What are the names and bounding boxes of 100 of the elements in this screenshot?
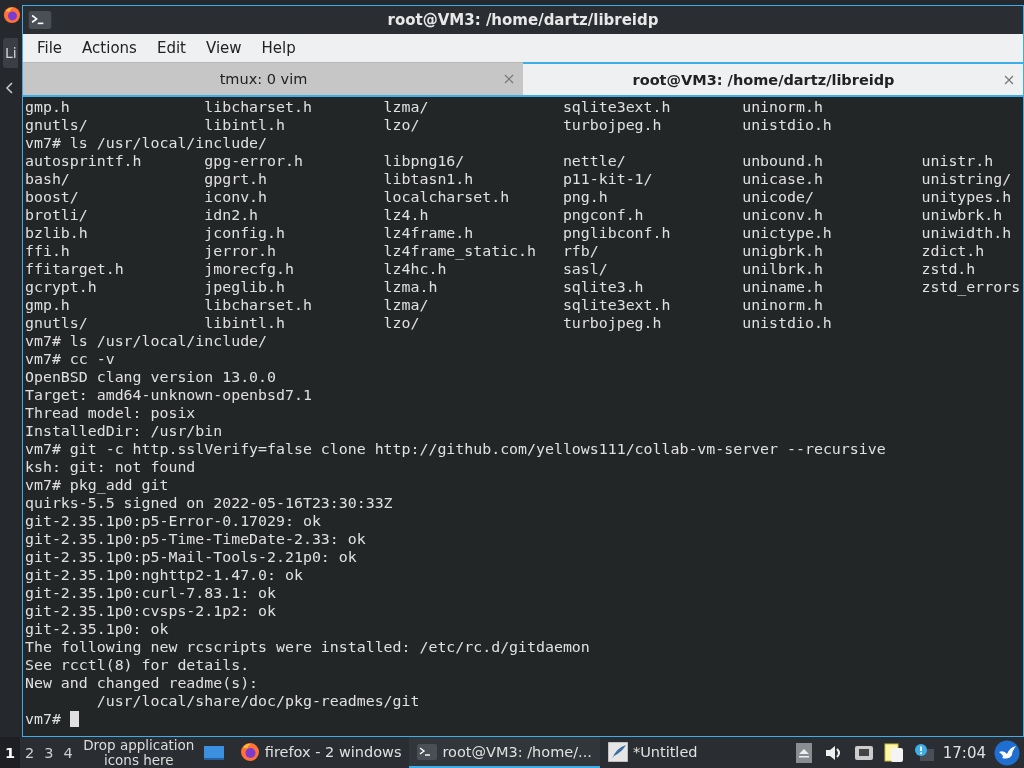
file-name: pngconf.h (562, 206, 644, 224)
file-name: bash/ (25, 170, 70, 188)
file-name: lz4.h (383, 206, 429, 224)
workspace-button[interactable]: 2 (20, 737, 40, 768)
menu-item[interactable]: Help (251, 36, 306, 60)
file-name: lz4frame_static.h (383, 242, 536, 260)
file-name: png.h (562, 188, 608, 206)
file-name: iconv.h (204, 188, 268, 206)
file-name: gmp.h (25, 98, 70, 116)
file-name: zstd.h (921, 260, 976, 278)
terminal-line: quirks-5.5 signed on 2022-05-16T23:30:33Z (25, 494, 393, 512)
terminal-line: See rcctl(8) for details. (25, 656, 250, 674)
terminal-line: /usr/local/share/doc/pkg-readmes/git (96, 692, 420, 710)
terminal-line: The following new rcscripts were installed: /etc/rc.d/gitdaemon (25, 638, 590, 656)
file-name: gnutls/ (25, 314, 88, 332)
file-name: unistdio.h (742, 116, 832, 134)
clipboard-icon[interactable] (883, 742, 904, 763)
file-name: ffitarget.h (25, 260, 124, 278)
button[interactable]: Li (3, 38, 18, 68)
file-name: lzma/ (383, 296, 429, 314)
menu-item[interactable]: Actions (72, 36, 147, 60)
taskbar-button[interactable]: root@VM3: /home/... (409, 737, 600, 768)
terminal-line: vm7# git -c http.sslVerify=false clone http://github.com/yellows111/collab-vm-server --recursive (25, 440, 886, 458)
notification-icon[interactable] (913, 742, 934, 763)
terminal-line: git-2.35.1p0:p5-Time-TimeDate-2.33: ok (25, 530, 366, 548)
file-name: brotli/ (25, 206, 88, 224)
window-title: root@VM3: /home/dartz/libreidp (386, 11, 660, 29)
menu-item[interactable]: View (195, 36, 252, 60)
file-name: nettle/ (562, 152, 626, 170)
show-desktop-icon[interactable] (203, 744, 224, 761)
file-name: gpgrt.h (204, 170, 268, 188)
file-name: lzo/ (383, 314, 420, 332)
file-name: libintl.h (204, 314, 285, 332)
file-name: turbojpeg.h (562, 116, 662, 134)
terminal-line: vm7# cc -v (25, 350, 115, 368)
file-name: lzo/ (383, 116, 420, 134)
file-name: uninorm.h (742, 296, 823, 314)
file-name: rfb/ (562, 242, 599, 260)
menu-item[interactable]: Edit (146, 36, 196, 60)
file-name: unitypes.h (921, 188, 1012, 206)
shell-prompt: vm7# (25, 710, 61, 728)
terminal-line: vm7# ls /usr/local/include/ (25, 134, 268, 152)
file-name: sasl/ (562, 260, 608, 278)
terminal-line: git-2.35.1p0:p5-Mail-Tools-2.21p0: ok (25, 548, 357, 566)
taskbar-button[interactable]: firefox - 2 windows (231, 737, 410, 768)
file-name: unicode/ (742, 188, 814, 206)
file-name: pnglibconf.h (562, 224, 671, 242)
file-name: uniname.h (742, 278, 823, 296)
file-name: jpeglib.h (204, 278, 285, 296)
file-name: lzma.h (383, 278, 438, 296)
file-name: lz4hc.h (383, 260, 447, 278)
menu-item[interactable]: File (27, 36, 73, 60)
file-name: p11-kit-1/ (562, 170, 653, 188)
clock[interactable]: 17:04 (938, 743, 994, 762)
file-name: gcrypt.h (25, 278, 97, 296)
eject-icon[interactable] (793, 742, 814, 763)
file-name: lzma/ (383, 98, 429, 116)
terminal-line: vm7# pkg_add git (25, 476, 169, 494)
file-name: gnutls/ (25, 116, 88, 134)
file-name: boost/ (25, 188, 79, 206)
terminal-line: Target: amd64-unknown-openbsd7.1 (25, 386, 312, 404)
terminal-line: vm7# ls /usr/local/include/ (25, 332, 268, 350)
terminal-line: InstalledDir: /usr/bin (25, 422, 223, 440)
terminal-line: git-2.35.1p0:cvsps-2.1p2: ok (25, 602, 277, 620)
close-icon[interactable] (1004, 74, 1014, 85)
workspace-button[interactable]: 1 (0, 737, 21, 768)
file-name: unilbrk.h (742, 260, 823, 278)
file-name: uniwbrk.h (921, 206, 1003, 224)
terminal-icon (417, 741, 438, 762)
feather-icon (607, 741, 628, 762)
terminal-line: git-2.35.1p0:nghttp2-1.47.0: ok (25, 566, 303, 584)
taskbar-button[interactable]: *Untitled (599, 737, 706, 768)
chevron-left-icon[interactable] (5, 82, 15, 94)
file-name: turbojpeg.h (562, 314, 662, 332)
bird-icon[interactable] (994, 739, 1020, 766)
file-name: libcharset.h (204, 296, 312, 314)
terminal-line: git-2.35.1p0: ok (25, 620, 169, 638)
file-name: lz4frame.h (383, 224, 474, 242)
terminal-icon (28, 11, 52, 29)
file-name: unbound.h (742, 152, 823, 170)
file-name: unistring/ (921, 170, 1012, 188)
browser-icon[interactable] (3, 6, 21, 24)
file-name: uninorm.h (742, 98, 823, 116)
file-name: unistr.h (921, 152, 994, 170)
file-name: jmorecfg.h (204, 260, 294, 278)
workspace-button[interactable]: 3 (39, 737, 59, 768)
close-icon[interactable] (504, 74, 514, 84)
tab[interactable]: tmux: 0 vim (23, 62, 523, 95)
file-name: sqlite3ext.h (562, 98, 671, 116)
file-name: ffi.h (25, 242, 70, 260)
file-name: libtasn1.h (383, 170, 474, 188)
file-name: gmp.h (25, 296, 70, 314)
workspace-button[interactable]: 4 (58, 737, 78, 768)
file-name: libintl.h (204, 116, 285, 134)
file-name: autosprintf.h (25, 152, 142, 170)
terminal-line: git-2.35.1p0:p5-Error-0.17029: ok (25, 512, 321, 530)
terminal-line: Thread model: posix (25, 404, 196, 422)
launcher-hint: Drop application icons here (82, 737, 196, 768)
terminal-line: OpenBSD clang version 13.0.0 (25, 368, 277, 386)
file-name: zstd_errors (921, 278, 1021, 296)
